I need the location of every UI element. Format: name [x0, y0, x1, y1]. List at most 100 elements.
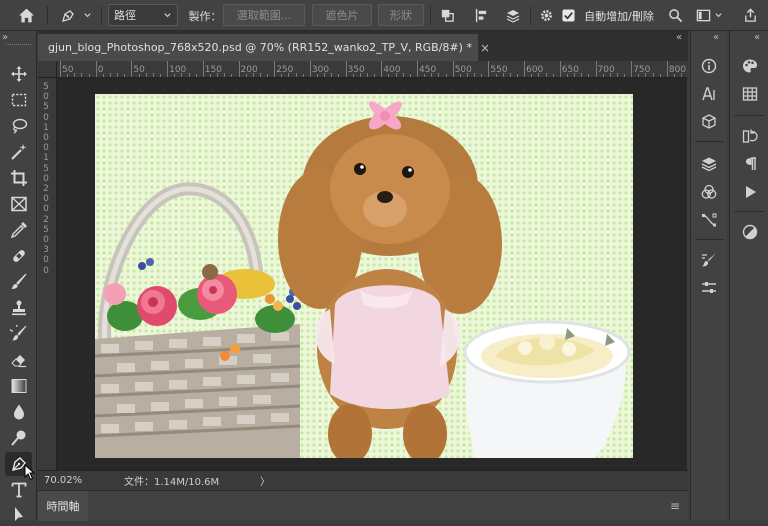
ruler-minor-tick	[302, 74, 304, 77]
make-shape-button[interactable]: 形狀	[378, 4, 424, 26]
marquee-tool[interactable]	[5, 88, 32, 112]
collapse-dock-button[interactable]: «	[713, 32, 719, 43]
frame-icon	[10, 196, 27, 212]
ruler-minor-tick	[566, 74, 568, 77]
bowl-illustration	[463, 320, 631, 458]
ruler-minor-tick	[374, 74, 376, 77]
history-brush-tool[interactable]	[5, 322, 32, 346]
eyedropper-tool[interactable]	[5, 218, 32, 242]
healing-brush-tool[interactable]	[5, 244, 32, 268]
ruler-tick-label: 0	[43, 143, 49, 154]
brush-settings-icon[interactable]	[697, 249, 721, 271]
ruler-minor-tick	[231, 74, 233, 77]
ruler-minor-tick	[681, 73, 683, 77]
ruler-minor-tick	[102, 74, 104, 77]
eraser-tool[interactable]	[5, 348, 32, 372]
ruler-minor-tick	[217, 73, 219, 77]
zoom-level[interactable]: 70.02%	[44, 475, 82, 486]
panel-dock-right: «	[729, 31, 768, 520]
expand-panels-button[interactable]: «	[676, 32, 682, 43]
ruler-minor-tick	[252, 73, 254, 77]
ruler-minor-tick	[609, 73, 611, 77]
ruler-minor-tick	[424, 74, 426, 77]
vertical-ruler[interactable]: 5050100150200250300	[38, 78, 57, 470]
workspace-icon[interactable]	[692, 0, 714, 31]
chevron-down-icon[interactable]	[712, 0, 724, 31]
ruler-minor-tick	[552, 74, 554, 77]
path-arrangement-icon[interactable]	[502, 0, 524, 31]
info-icon[interactable]	[697, 55, 721, 77]
toolbar-grip[interactable]	[6, 44, 31, 46]
type-tool[interactable]	[5, 478, 32, 502]
make-mask-button[interactable]: 遮色片	[312, 4, 372, 26]
adjustments-icon[interactable]	[738, 221, 762, 243]
panel-menu-icon[interactable]: ≡	[670, 499, 680, 513]
file-info: 文件：1.14M/10.6M	[124, 476, 220, 488]
ruler-tick-label: 250	[276, 65, 294, 75]
timeline-tab[interactable]: 時間軸	[38, 491, 88, 521]
ruler-minor-tick	[531, 74, 533, 77]
ruler-minor-tick	[124, 74, 126, 77]
gear-icon[interactable]	[536, 0, 556, 31]
play-actions-icon[interactable]	[738, 181, 762, 203]
layers-icon[interactable]	[697, 153, 721, 175]
make-selection-button[interactable]: 選取範圍...	[223, 4, 305, 26]
ruler-major-tick	[309, 61, 311, 77]
ruler-minor-tick	[481, 74, 483, 77]
eraser-icon	[10, 355, 26, 368]
document-tab[interactable]: gjun_blog_Photoshop_768x520.psd @ 70% (R…	[38, 34, 490, 61]
ruler-minor-tick	[317, 74, 319, 77]
ruler-minor-tick	[81, 73, 83, 77]
share-icon[interactable]	[738, 0, 762, 31]
3d-cube-icon[interactable]	[697, 111, 721, 133]
paragraph-icon[interactable]	[738, 153, 762, 175]
status-menu-arrow[interactable]: 〉	[260, 473, 270, 488]
horizontal-ruler[interactable]: 50 0 50 100 150 200 250 300 350 400 450 500 550 600 65…	[57, 61, 687, 78]
home-icon[interactable]	[12, 0, 40, 31]
ruler-minor-tick	[281, 74, 283, 77]
paths-icon[interactable]	[697, 209, 721, 231]
gradient-tool[interactable]	[5, 374, 32, 398]
move-icon	[10, 66, 27, 82]
ruler-minor-tick	[466, 73, 468, 77]
channels-icon[interactable]	[697, 181, 721, 203]
ruler-minor-tick	[395, 73, 397, 77]
collapse-dock-button[interactable]: «	[754, 32, 760, 43]
crop-tool[interactable]	[5, 166, 32, 190]
collapse-toolbar-button[interactable]: »	[2, 32, 8, 43]
brush-tool[interactable]	[5, 270, 32, 294]
dodge-tool[interactable]	[5, 426, 32, 450]
frame-tool[interactable]	[5, 192, 32, 216]
pen-mode-select[interactable]: 路徑	[108, 4, 178, 26]
ruler-tick-label: 150	[204, 65, 222, 75]
ruler-minor-tick	[209, 74, 211, 77]
path-alignment-icon[interactable]	[470, 0, 492, 31]
search-icon[interactable]	[664, 0, 686, 31]
document-canvas[interactable]	[95, 94, 633, 458]
history-icon[interactable]	[738, 125, 762, 147]
character-icon[interactable]	[697, 83, 721, 105]
color-palette-icon[interactable]	[738, 55, 762, 77]
clone-stamp-tool[interactable]	[5, 296, 32, 320]
swatches-grid-icon[interactable]	[738, 83, 762, 105]
ruler-minor-tick	[659, 74, 661, 77]
move-tool[interactable]	[5, 62, 32, 86]
ruler-origin[interactable]	[38, 61, 57, 78]
pen-tool-preset-icon[interactable]	[56, 0, 80, 31]
ruler-minor-tick	[174, 74, 176, 77]
ruler-minor-tick	[445, 74, 447, 77]
chevron-down-icon[interactable]	[80, 0, 94, 31]
adjustments-sliders-icon[interactable]	[697, 277, 721, 299]
ruler-minor-tick	[545, 73, 547, 77]
ruler-minor-tick	[267, 74, 269, 77]
lasso-tool[interactable]	[5, 114, 32, 138]
blur-tool[interactable]	[5, 400, 32, 424]
ruler-minor-tick	[259, 73, 261, 77]
magic-wand-tool[interactable]	[5, 140, 32, 164]
close-tab-icon[interactable]: ×	[480, 41, 490, 55]
path-operations-icon[interactable]	[436, 0, 458, 31]
auto-add-delete-checkbox[interactable]	[560, 0, 576, 31]
path-selection-tool[interactable]	[5, 502, 32, 526]
ruler-major-tick	[60, 61, 61, 77]
ruler-major-tick	[131, 61, 133, 77]
